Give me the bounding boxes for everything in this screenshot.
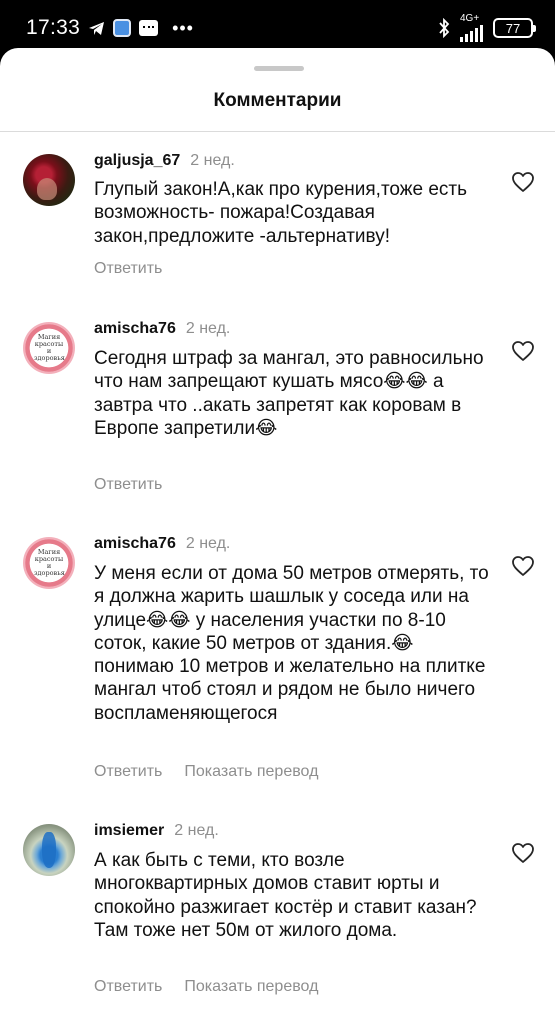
telegram-icon [88, 21, 105, 36]
status-time: 17:33 [26, 16, 81, 39]
comment-time: 2 нед. [190, 152, 235, 169]
reply-button[interactable]: Ответить [94, 260, 162, 278]
divider [0, 131, 555, 132]
comment-username[interactable]: amischa76 [94, 320, 176, 338]
like-heart-icon[interactable] [511, 171, 535, 193]
comment-username[interactable]: imsiemer [94, 822, 164, 840]
comment-time: 2 нед. [174, 822, 219, 839]
comment-time: 2 нед. [185, 320, 231, 337]
reply-button[interactable]: Ответить [94, 978, 162, 996]
battery-icon: 77 [493, 18, 536, 38]
like-heart-icon[interactable] [511, 842, 535, 864]
like-heart-icon[interactable] [511, 555, 535, 577]
battery-level: 77 [505, 20, 521, 36]
comment-text: Глупый закон!А,как про курения,тоже есть… [94, 179, 468, 247]
comments-sheet: Комментарии galjusja_67 2 нед. Глупый за… [0, 48, 555, 1024]
comment-username[interactable]: amischa76 [94, 535, 176, 553]
avatar[interactable] [23, 824, 75, 876]
avatar[interactable]: Магия красоты и здоровья [23, 322, 75, 374]
comment-text: А как быть с теми, кто возле многокварти… [94, 850, 477, 941]
drag-handle[interactable] [254, 66, 304, 71]
comment-username[interactable]: galjusja_67 [94, 152, 180, 170]
avatar[interactable] [23, 154, 75, 206]
message-icon [139, 20, 159, 36]
show-translation-button[interactable]: Показать перевод [184, 978, 318, 996]
app-icon [113, 19, 132, 37]
avatar[interactable]: Магия красоты и здоровья [23, 537, 75, 589]
comment-time: 2 нед. [185, 535, 231, 552]
avatar-label: Магия красоты и здоровья [34, 333, 65, 362]
network-label: 4G+ [460, 13, 480, 24]
bluetooth-icon [438, 18, 450, 38]
avatar-label: Магия красоты и здоровья [34, 548, 65, 577]
like-heart-icon[interactable] [511, 340, 535, 362]
sheet-title: Комментарии [213, 90, 342, 111]
reply-button[interactable]: Ответить [94, 476, 162, 494]
show-translation-button[interactable]: Показать перевод [184, 763, 318, 781]
more-dots-icon: ••• [172, 17, 194, 38]
comment-text: У меня если от дома 50 метров отмерять, … [94, 563, 489, 724]
comment-text: Сегодня штраф за мангал, это равносильно… [94, 348, 484, 439]
signal-icon: 4G+ [460, 14, 483, 42]
reply-button[interactable]: Ответить [94, 763, 162, 781]
